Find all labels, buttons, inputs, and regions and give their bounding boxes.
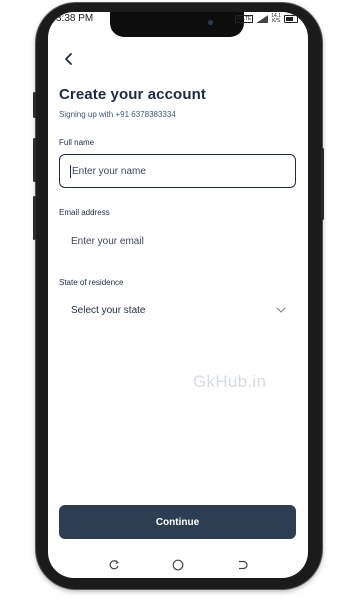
- side-button-left-2: [33, 138, 36, 182]
- side-button-left-3: [33, 196, 36, 240]
- battery-icon: [284, 15, 298, 23]
- home-icon[interactable]: [172, 559, 184, 571]
- full-name-input[interactable]: Enter your name: [59, 154, 296, 188]
- back-arrow-icon[interactable]: [62, 52, 76, 66]
- recent-apps-icon[interactable]: [108, 559, 120, 571]
- continue-button[interactable]: Continue: [59, 505, 296, 539]
- signal-icon: [256, 15, 269, 23]
- page-title: Create your account: [59, 86, 206, 103]
- page-subtitle: Signing up with +91 6378383334: [59, 110, 176, 119]
- watermark: GkHub.in: [193, 372, 267, 391]
- side-button-left-1: [33, 92, 36, 118]
- status-icons: VoLTE 14.1 K/S: [234, 14, 298, 24]
- network-badge: VoLTE: [234, 15, 254, 23]
- network-speed: 14.1 K/S: [271, 14, 281, 24]
- camera-icon: [208, 20, 213, 25]
- email-input[interactable]: Enter your email: [71, 236, 144, 247]
- full-name-label: Full name: [59, 138, 95, 147]
- chevron-down-icon[interactable]: [276, 306, 286, 314]
- side-button-right: [321, 148, 324, 220]
- state-select[interactable]: Select your state: [71, 305, 145, 316]
- navigation-bar: [48, 553, 308, 578]
- status-time: 3:38 PM: [56, 13, 94, 24]
- notch: [110, 12, 244, 37]
- back-icon[interactable]: [236, 559, 248, 571]
- text-cursor: [70, 164, 71, 178]
- email-label: Email address: [59, 208, 110, 217]
- speed-unit: K/S: [272, 18, 281, 24]
- full-name-placeholder: Enter your name: [72, 165, 146, 177]
- state-label: State of residence: [59, 278, 124, 287]
- screen: 3:38 PM VoLTE 14.1 K/S Create your accou…: [48, 12, 308, 578]
